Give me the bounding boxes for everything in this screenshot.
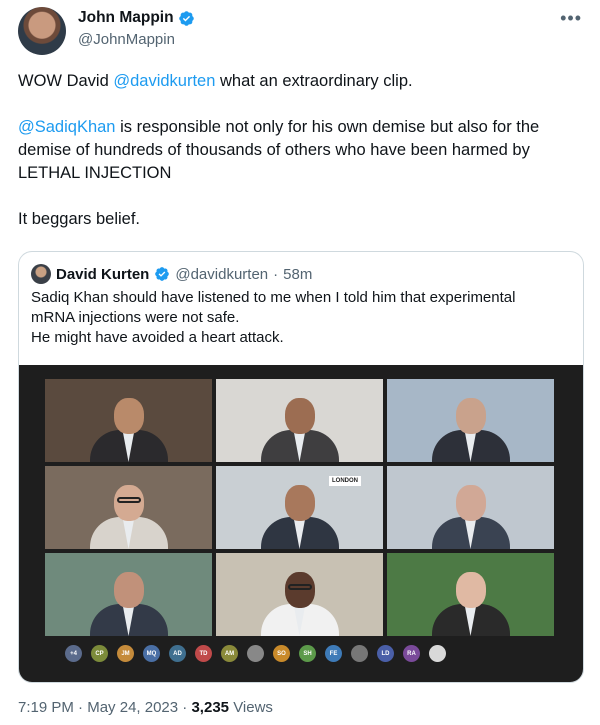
- tweet-text-segment: LETHAL INJECTION: [18, 164, 172, 182]
- tweet-text-segment: what an extraordinary clip.: [215, 72, 413, 90]
- tweet-date[interactable]: May 24, 2023: [87, 699, 178, 716]
- participant-figure: [431, 477, 510, 549]
- participant-chip: LD: [377, 645, 394, 662]
- author-avatar[interactable]: [18, 7, 66, 55]
- video-tile: [45, 553, 212, 636]
- tweet-text-segment: is responsible not only for his own demi…: [115, 118, 540, 136]
- video-tile: [387, 553, 554, 636]
- tweet-footer: 7:19 PM · May 24, 2023 · 3,235 Views: [18, 699, 273, 716]
- participant-chip: FE: [325, 645, 342, 662]
- tweet-text-segment: demise of hundreds of thousands of other…: [18, 141, 530, 159]
- video-tile: [216, 553, 383, 636]
- participant-chip: SO: [273, 645, 290, 662]
- separator-dot: ·: [78, 699, 88, 716]
- participant-chip: RA: [403, 645, 420, 662]
- participant-figure: [89, 477, 168, 549]
- video-call-grid: LONDON: [45, 379, 554, 636]
- participant-toolbar: +4 CP JM MQ AD TD AM SO SH FE LD RA: [65, 645, 446, 662]
- participant-chip: [351, 645, 368, 662]
- author-display-name[interactable]: John Mappin: [78, 9, 174, 27]
- participant-figure: [260, 390, 339, 462]
- tweet-text-segment: WOW David: [18, 72, 114, 90]
- video-player[interactable]: LONDON +4 CP JM MQ AD TD AM SO SH FE LD RA: [19, 365, 583, 682]
- video-tile: LONDON: [216, 466, 383, 549]
- video-tile: [387, 379, 554, 462]
- quoted-tweet[interactable]: David Kurten @davidkurten · 58m Sadiq Kh…: [18, 251, 584, 683]
- video-tile: [216, 379, 383, 462]
- verified-badge-icon: [155, 267, 170, 281]
- participant-chip: CP: [91, 645, 108, 662]
- quoted-author-handle[interactable]: @davidkurten: [175, 266, 268, 283]
- tweet-text: WOW David @davidkurten what an extraordi…: [18, 70, 584, 231]
- separator-dot: ·: [273, 265, 279, 283]
- participant-figure: [260, 564, 339, 636]
- participant-chip: AM: [221, 645, 238, 662]
- participant-chip: SH: [299, 645, 316, 662]
- participant-chip: AD: [169, 645, 186, 662]
- participant-figure: [431, 390, 510, 462]
- quoted-tweet-header: David Kurten @davidkurten · 58m: [31, 264, 312, 284]
- author-handle[interactable]: @JohnMappin: [78, 31, 175, 48]
- video-tile: [387, 466, 554, 549]
- verified-badge-icon: [178, 10, 194, 26]
- participant-figure: [431, 564, 510, 636]
- mention-link[interactable]: @SadiqKhan: [18, 118, 116, 136]
- video-tile: [45, 379, 212, 462]
- participant-chip: JM: [117, 645, 134, 662]
- quoted-author-name[interactable]: David Kurten: [56, 266, 149, 283]
- quoted-tweet-text: Sadiq Khan should have listened to me wh…: [31, 289, 516, 346]
- participant-chip: MQ: [143, 645, 160, 662]
- background-sign: LONDON: [329, 476, 361, 486]
- participant-figure: [89, 564, 168, 636]
- participant-figure: [260, 477, 339, 549]
- author-name-row: John Mappin: [78, 9, 195, 27]
- quoted-tweet-age[interactable]: 58m: [283, 266, 312, 283]
- participant-chip: [429, 645, 446, 662]
- tweet-text-segment: It beggars belief.: [18, 210, 140, 228]
- participant-chip: [247, 645, 264, 662]
- views-count: 3,235: [191, 699, 230, 716]
- more-options-icon[interactable]: •••: [560, 8, 582, 29]
- video-tile: [45, 466, 212, 549]
- mention-link[interactable]: @davidkurten: [113, 72, 215, 90]
- participant-figure: [89, 390, 168, 462]
- quoted-author-avatar[interactable]: [31, 264, 51, 284]
- participant-chip: +4: [65, 645, 82, 662]
- views-label: Views: [233, 699, 273, 716]
- participant-chip: TD: [195, 645, 212, 662]
- tweet-time[interactable]: 7:19 PM: [18, 699, 74, 716]
